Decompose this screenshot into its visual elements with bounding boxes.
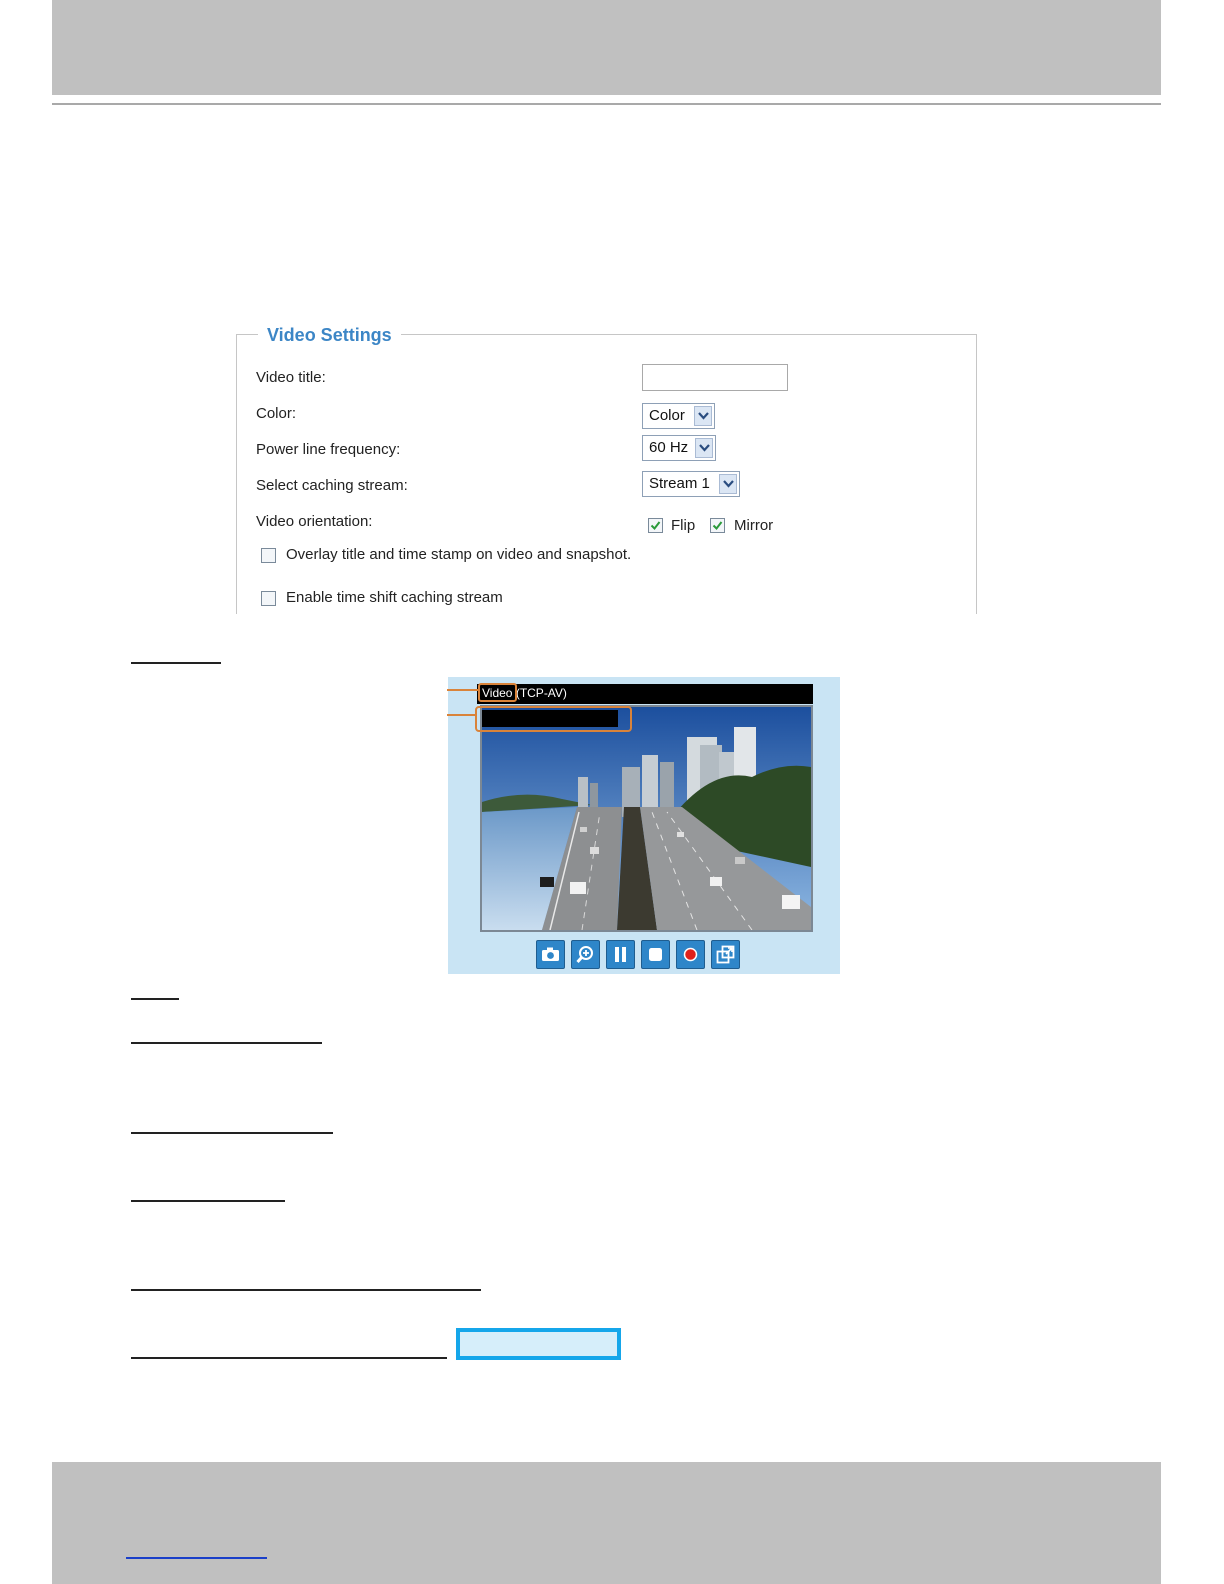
page-header-band: [52, 0, 1161, 95]
stop-button[interactable]: [641, 940, 670, 969]
record-icon: [683, 947, 698, 962]
caching-stream-value: Stream 1: [649, 475, 710, 492]
color-select[interactable]: Color: [642, 403, 715, 429]
camera-icon: [542, 947, 559, 961]
video-title-input[interactable]: [642, 364, 788, 391]
highlighted-field: [456, 1328, 621, 1360]
fullscreen-button[interactable]: [711, 940, 740, 969]
video-scene-image: [482, 707, 811, 930]
flip-checkbox[interactable]: [648, 518, 663, 533]
checkmark-icon: [650, 521, 661, 531]
pause-button[interactable]: [606, 940, 635, 969]
video-title-label: Video title:: [256, 369, 326, 386]
underlined-text-line: [131, 1200, 285, 1202]
power-line-label: Power line frequency:: [256, 441, 401, 458]
chevron-down-icon: [719, 474, 737, 494]
overlay-checkbox[interactable]: [261, 548, 276, 563]
timestamp-callout-box: [475, 706, 632, 732]
timestamp-callout-line: [447, 714, 475, 716]
mirror-label: Mirror: [734, 517, 774, 534]
video-settings-panel: [236, 334, 977, 614]
title-callout-box: [478, 683, 517, 702]
color-select-value: Color: [649, 407, 685, 424]
timeshift-checkbox[interactable]: [261, 591, 276, 606]
footer-link-underline[interactable]: [126, 1557, 267, 1559]
chevron-down-icon: [695, 438, 713, 458]
checkmark-icon: [712, 521, 723, 531]
zoom-icon: [576, 946, 593, 964]
video-orientation-label: Video orientation:: [256, 513, 373, 530]
underlined-text-line: [131, 662, 221, 664]
chevron-down-icon: [694, 406, 712, 426]
video-settings-legend: Video Settings: [258, 324, 401, 346]
power-line-select[interactable]: 60 Hz: [642, 435, 716, 461]
underlined-text-line: [131, 1289, 481, 1291]
title-callout-line: [447, 689, 478, 691]
page-footer-band: [52, 1462, 1161, 1584]
caching-stream-select[interactable]: Stream 1: [642, 471, 740, 497]
record-button[interactable]: [676, 940, 705, 969]
underlined-text-line: [131, 1042, 322, 1044]
zoom-button[interactable]: [571, 940, 600, 969]
stop-icon: [649, 948, 662, 961]
flip-label: Flip: [671, 517, 696, 534]
header-rule: [52, 103, 1161, 105]
fullscreen-icon: [716, 945, 735, 964]
overlay-label: Overlay title and time stamp on video an…: [286, 546, 632, 563]
viewer-title-suffix: (TCP-AV): [512, 686, 567, 700]
underlined-text-line: [131, 998, 179, 1000]
underlined-text-line: [131, 1357, 447, 1359]
caching-stream-label: Select caching stream:: [256, 477, 408, 494]
pause-icon: [615, 947, 626, 962]
video-frame: [480, 705, 813, 932]
power-line-value: 60 Hz: [649, 439, 689, 456]
mirror-checkbox[interactable]: [710, 518, 725, 533]
snapshot-button[interactable]: [536, 940, 565, 969]
underlined-text-line: [131, 1132, 333, 1134]
color-label: Color:: [256, 405, 297, 422]
timeshift-label: Enable time shift caching stream: [286, 589, 503, 606]
